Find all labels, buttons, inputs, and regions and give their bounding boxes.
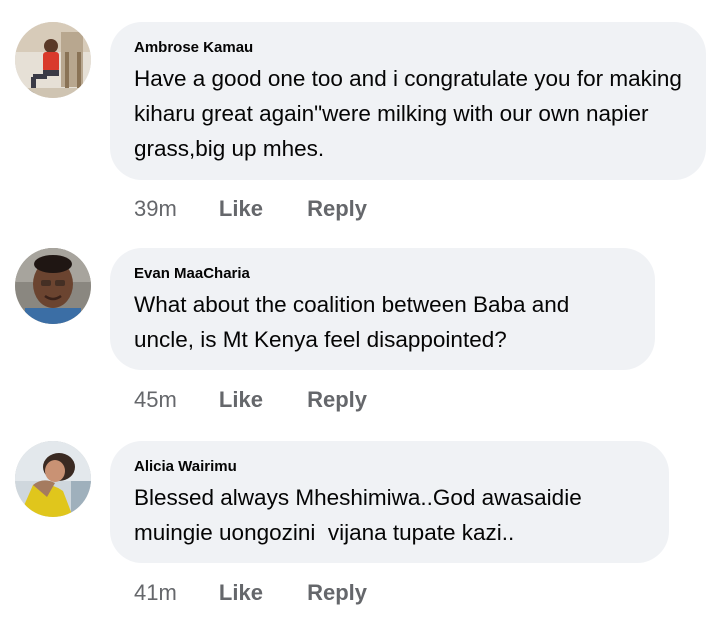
comment-bubble: Alicia Wairimu Blessed always Mheshimiwa… (110, 441, 669, 563)
reply-button[interactable]: Reply (307, 195, 367, 223)
comment-bubble: Evan MaaCharia What about the coalition … (110, 248, 655, 370)
like-button[interactable]: Like (219, 386, 263, 414)
reply-button[interactable]: Reply (307, 579, 367, 607)
comment-actions: 39m Like Reply (134, 195, 367, 223)
comment-author[interactable]: Ambrose Kamau (134, 39, 682, 57)
comment-text: What about the coalition between Baba an… (134, 292, 576, 352)
avatar[interactable] (15, 22, 91, 98)
avatar[interactable] (15, 248, 91, 324)
comment-actions: 41m Like Reply (134, 579, 367, 607)
comment-timestamp[interactable]: 41m (134, 579, 177, 607)
comment-text: Have a good one too and i congratulate y… (134, 66, 689, 161)
comment-bubble: Ambrose Kamau Have a good one too and i … (110, 22, 706, 180)
comment-text: Blessed always Mheshimiwa..God awasaidie… (134, 485, 588, 545)
comment-timestamp[interactable]: 45m (134, 386, 177, 414)
like-button[interactable]: Like (219, 195, 263, 223)
avatar[interactable] (15, 441, 91, 517)
reply-button[interactable]: Reply (307, 386, 367, 414)
comment-author[interactable]: Alicia Wairimu (134, 458, 645, 476)
comment-timestamp[interactable]: 39m (134, 195, 177, 223)
like-button[interactable]: Like (219, 579, 263, 607)
comment-actions: 45m Like Reply (134, 386, 367, 414)
comment-author[interactable]: Evan MaaCharia (134, 265, 631, 283)
